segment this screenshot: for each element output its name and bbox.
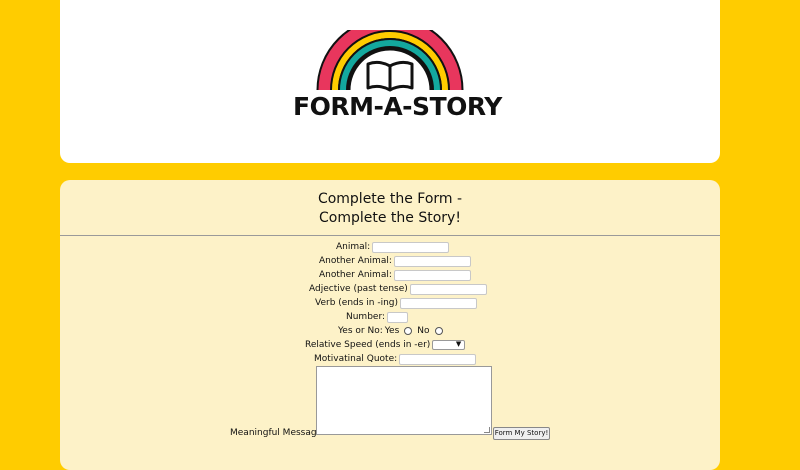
speed-row: Relative Speed (ends in -er) ▼ [305,339,466,351]
message-textarea[interactable] [316,366,492,435]
verb-row: Verb (ends in -ing) [315,297,478,309]
form-title: Complete the Form - Complete the Story! [60,190,720,228]
no-radio[interactable] [434,327,443,335]
quote-input[interactable] [399,353,477,365]
number-row: Number: [346,311,409,323]
logo-text: FORM-A-STORY [293,92,502,121]
message-label: Meaningful Message: [230,428,326,438]
adjective-label: Adjective (past tense) [309,284,408,294]
yes-option-label: Yes [384,326,400,336]
divider [60,235,720,236]
quote-label: Motivatinal Quote: [314,354,398,364]
story-form-card: Complete the Form - Complete the Story! … [60,180,720,470]
site-logo: FORM-A-STORY [293,30,502,122]
speed-select[interactable]: ▼ [432,340,466,350]
number-input[interactable] [387,311,409,323]
chevron-down-icon: ▼ [455,340,462,348]
another-animal-label-1: Another Animal: [319,256,392,266]
animal-input[interactable] [372,241,450,253]
adjective-row: Adjective (past tense) [309,283,487,295]
quote-row: Motivatinal Quote: [314,353,477,365]
verb-input[interactable] [400,297,478,309]
another-animal-input-2[interactable] [393,269,471,281]
adjective-input[interactable] [409,283,487,295]
number-label: Number: [346,312,386,322]
verb-label: Verb (ends in -ing) [315,298,399,308]
no-option-label: No [417,326,430,336]
resize-grip-icon[interactable] [484,427,490,433]
another-animal-label-2: Another Animal: [319,270,392,280]
yes-radio[interactable] [404,327,413,335]
speed-label: Relative Speed (ends in -er) [305,340,431,350]
form-my-story-button[interactable]: Form My Story! [493,427,550,440]
form-title-line2: Complete the Story! [319,210,461,226]
animal-row: Animal: [336,241,450,253]
yes-no-label: Yes or No: [338,326,383,336]
animal-label: Animal: [336,242,371,252]
rainbow-book-icon [316,30,464,92]
another-animal-row-2: Another Animal: [319,269,471,281]
another-animal-row-1: Another Animal: [319,255,471,267]
form-title-line1: Complete the Form - [317,191,463,207]
yes-no-row: Yes or No: Yes No [338,325,446,337]
another-animal-input-1[interactable] [393,255,471,267]
